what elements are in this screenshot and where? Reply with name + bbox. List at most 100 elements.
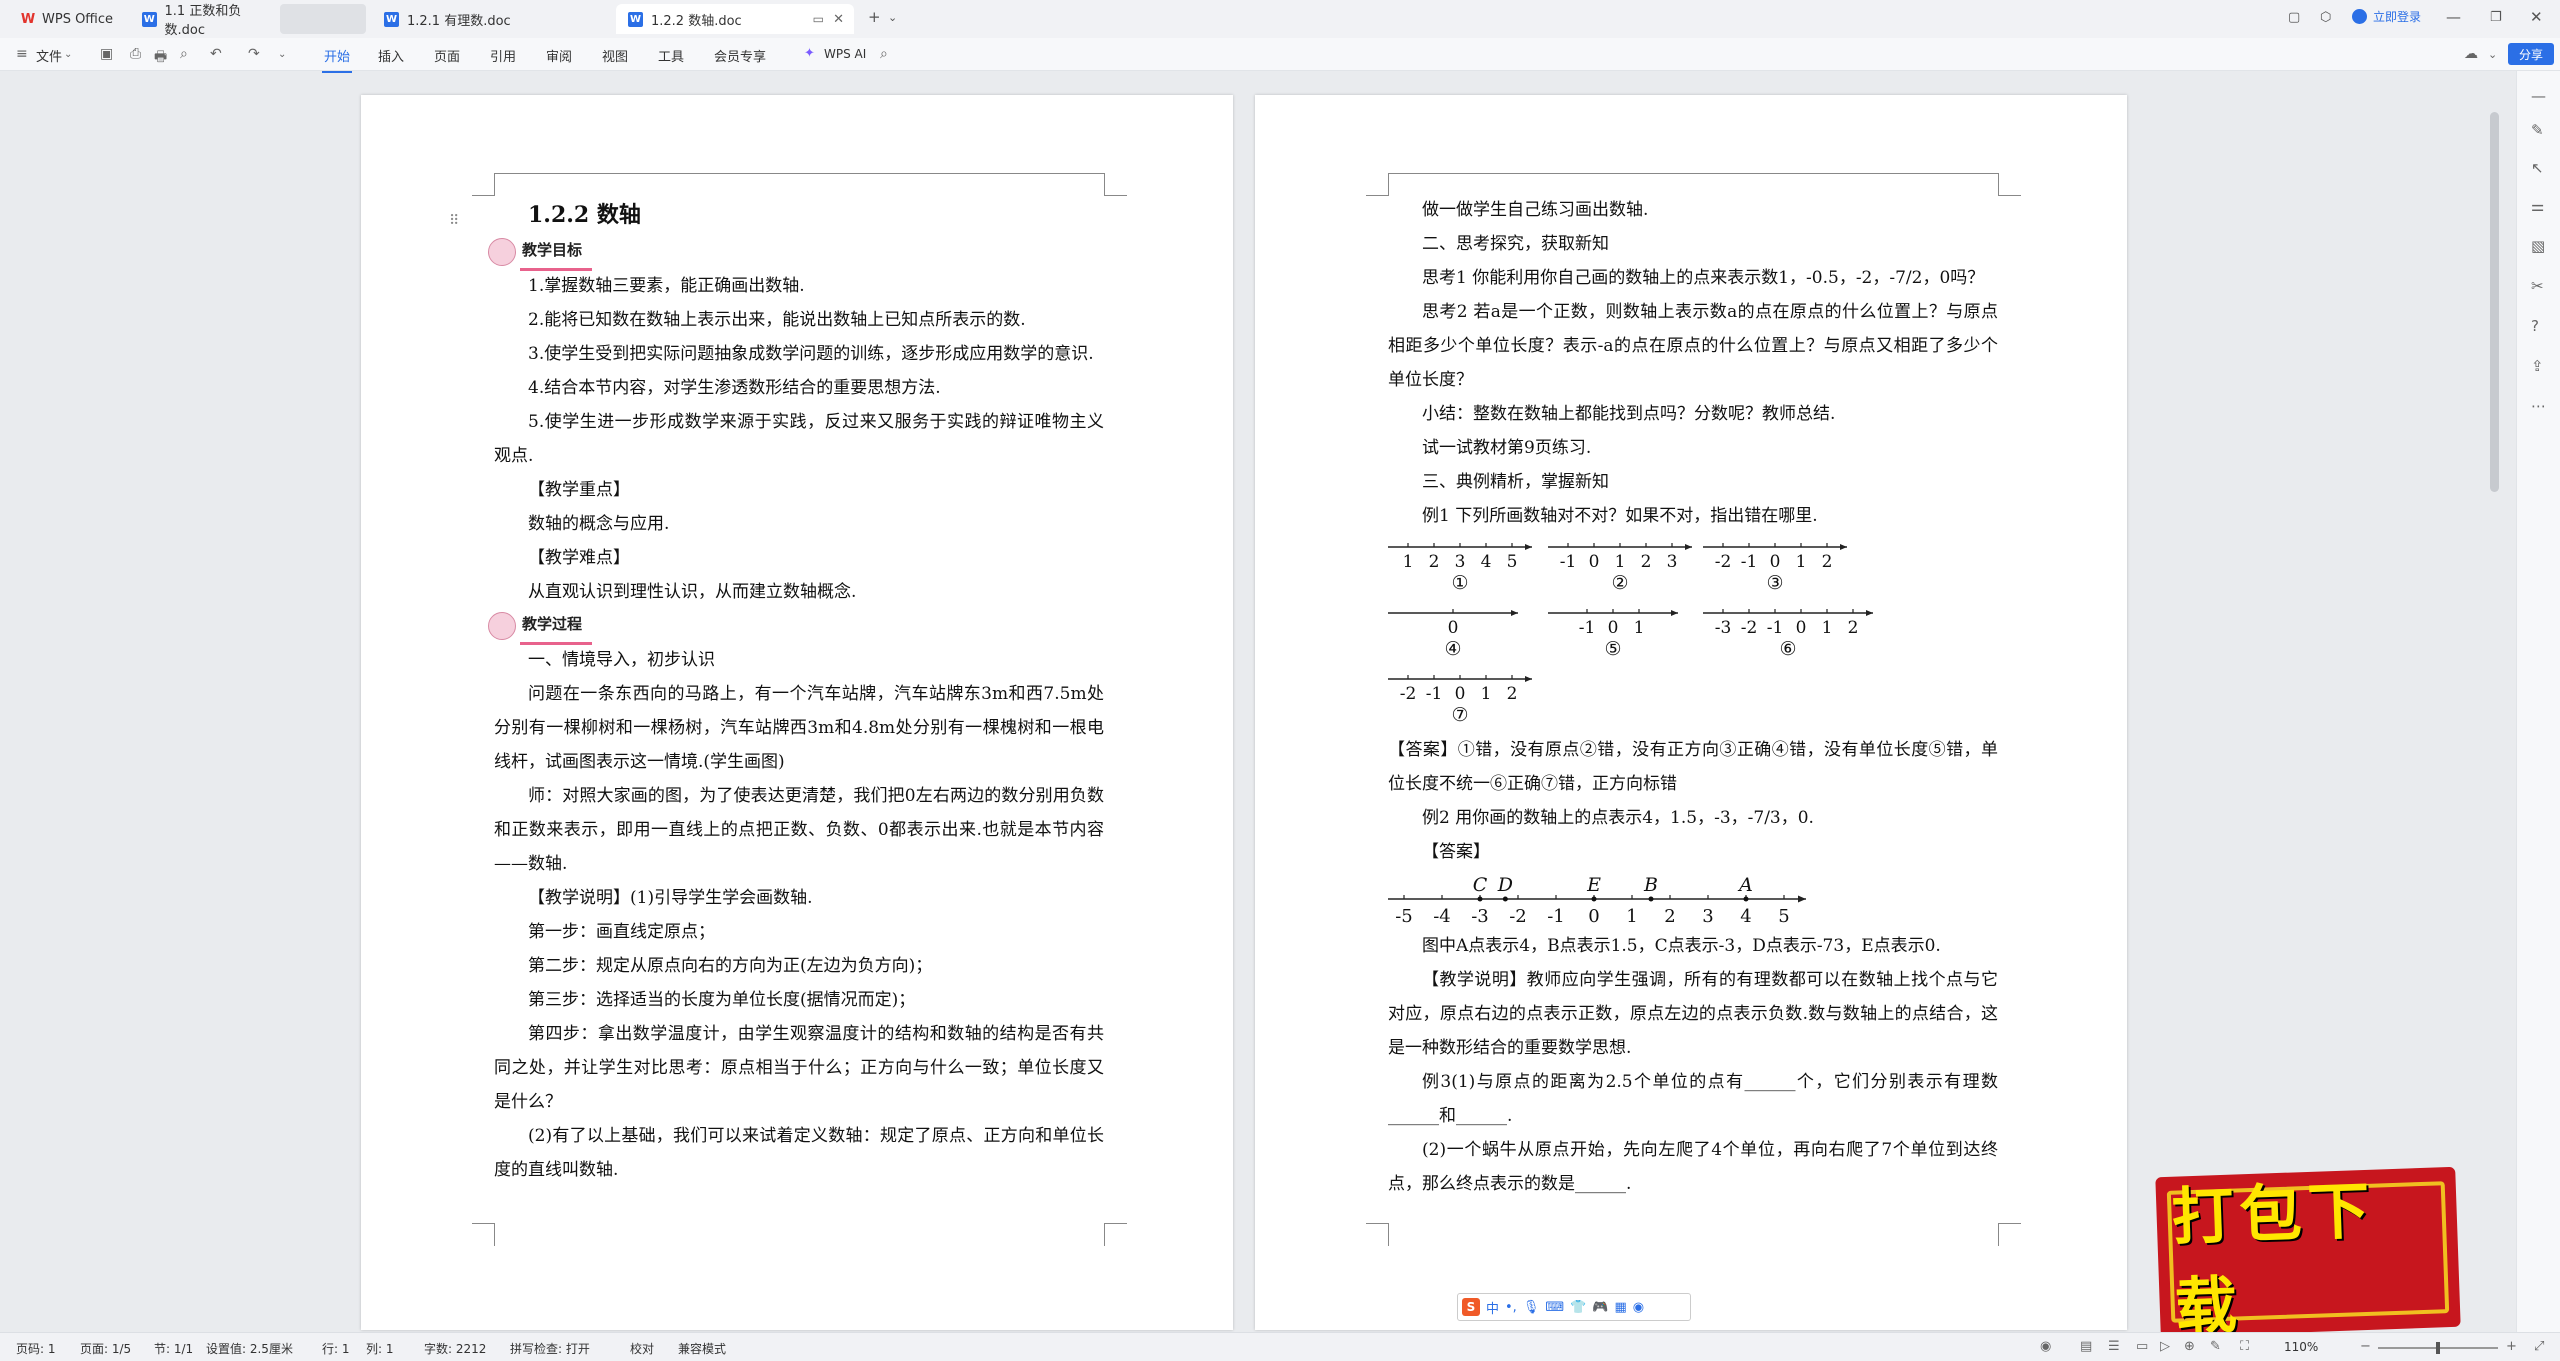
search-icon[interactable]: ⌕ [880,46,888,62]
game-icon[interactable]: 🎮 [1592,1300,1608,1315]
zoom-in-icon[interactable]: + [2506,1339,2517,1354]
menu-member[interactable]: 会员专享 [714,46,766,65]
print-preview-icon[interactable]: ⌕ [180,46,188,62]
select-cursor-icon[interactable]: ↖ [2531,159,2544,177]
setting-value[interactable]: 设置值: 2.5厘米 [206,1340,293,1357]
export-pdf-icon[interactable]: ⎙ [130,46,141,62]
wps-ai-button[interactable]: WPS AI [824,47,866,61]
word-count[interactable]: 字数: 2212 [424,1340,486,1357]
axis-arrow [1840,544,1847,550]
minimize-icon[interactable]: — [2446,8,2461,26]
menu-view[interactable]: 视图 [602,46,628,65]
paragraph: 例3(1)与原点的距离为2.5个单位的点有______个，它们分别表示有理数__… [1388,1072,1998,1126]
skin-icon[interactable]: 👕 [1570,1300,1586,1315]
point-marker [1477,896,1483,902]
close-tab-icon[interactable]: ✕ [833,12,844,27]
fit-window-icon[interactable]: ⛶ [2240,1339,2249,1354]
paragraph: 图中A点表示4，B点表示1.5，C点表示-3，D点表示-73，E点表示0. [1422,936,1941,956]
wps-logo-icon: W [20,11,36,27]
axis-arrow [1866,610,1873,616]
menu-page[interactable]: 页面 [434,46,460,65]
web-view-icon[interactable]: ⊕ [2184,1339,2195,1354]
tick-label: -2 [1509,906,1527,927]
window-layout-icon[interactable]: ▢ [2288,10,2300,25]
restore-icon[interactable]: ❐ [2490,10,2502,25]
undo-icon[interactable]: ↶ [210,46,222,62]
eye-protection-icon[interactable]: ◉ [2040,1339,2051,1354]
axis-arrow [1685,544,1692,550]
tick-label: -4 [1433,906,1451,927]
tab-document[interactable]: W 1.2.1 有理数.doc [372,4,612,34]
tick-label: -3 [1471,906,1489,927]
page-view-icon[interactable]: ▤ [2080,1339,2092,1354]
chevron-down-icon[interactable]: ⌄ [64,49,72,60]
microphone-icon[interactable]: 🎙 [1523,1300,1540,1315]
tick-label: -2 [1741,618,1758,638]
redo-icon[interactable]: ↷ [248,46,260,62]
axis-arrow [1511,610,1518,616]
more-chevron-icon[interactable]: ⌄ [278,49,286,60]
tick-label: 0 [1588,906,1599,927]
paragraph: 第二步：规定从原点向右的方向为正(左边为负方向)； [528,956,933,976]
punctuation-icon[interactable]: •, [1505,1300,1517,1315]
tab-active-document[interactable]: W 1.2.2 数轴.doc ▭ ✕ [616,4,854,34]
page-count[interactable]: 页面: 1/5 [80,1340,131,1357]
section-indicator[interactable]: 节: 1/1 [154,1340,193,1357]
proofread[interactable]: 校对 [630,1340,654,1357]
tools-icon[interactable]: ✂ [2531,277,2544,295]
zoom-out-icon[interactable]: − [2360,1339,2371,1354]
pen-icon[interactable]: ✎ [2531,121,2544,139]
avatar-icon[interactable]: ◉ [1633,1300,1644,1315]
login-button[interactable]: 立即登录 [2352,8,2421,25]
print-icon[interactable]: 🖶 [154,46,167,70]
play-icon[interactable]: ▷ [2160,1339,2170,1354]
close-window-icon[interactable]: ✕ [2530,8,2543,26]
menu-review[interactable]: 审阅 [546,46,572,65]
hamburger-menu-icon[interactable]: ≡ [16,46,28,62]
vertical-scrollbar[interactable] [2490,112,2499,492]
page-body: 做一做学生自己练习画出数轴. 二、思考探究，获取新知 思考1 你能利用你自己画的… [1388,193,1998,1201]
cloud-sync-icon[interactable]: ☁ [2464,46,2478,62]
edit-icon[interactable]: ✎ [2210,1339,2221,1354]
crop-mark [1104,173,1127,196]
monitor-icon[interactable]: ▭ [813,12,824,26]
menu-tools[interactable]: 工具 [658,46,684,65]
adjust-icon[interactable]: ⚌ [2531,197,2544,215]
menu-home[interactable]: 开始 [321,46,353,73]
keyboard-icon[interactable]: ⌨ [1545,1300,1564,1315]
outline-view-icon[interactable]: ☰ [2108,1339,2120,1354]
page-number[interactable]: 页码: 1 [16,1340,56,1357]
ime-toolbar[interactable]: S 中 •, 🎙 ⌨ 👕 🎮 ▦ ◉ [1457,1293,1691,1321]
tab-document[interactable]: W 1.1 正数和负数.doc [130,4,278,38]
login-label: 立即登录 [2373,10,2422,24]
zoom-slider-handle[interactable] [2436,1342,2440,1354]
drag-handle-icon[interactable]: ⠿ [449,213,459,229]
collapse-icon[interactable]: — [2531,87,2546,105]
menu-references[interactable]: 引用 [490,46,516,65]
share-doc-icon[interactable]: ⇪ [2531,357,2544,375]
image-icon[interactable]: ▧ [2531,237,2545,255]
ime-mode-label: 中 [1486,1301,1500,1317]
tab-wps-home[interactable]: W WPS Office [8,4,126,34]
help-icon[interactable]: ? [2531,317,2539,335]
tab-list-chevron-icon[interactable]: ⌄ [888,11,897,24]
fullscreen-icon[interactable]: ⤢ [2534,1339,2544,1354]
paragraph: 从直观认识到理性认识，从而建立数轴概念. [528,582,857,602]
tab-blank[interactable] [280,4,366,34]
spell-check[interactable]: 拼写检查: 打开 [510,1340,590,1357]
grid-icon[interactable]: ▦ [1614,1300,1626,1315]
file-menu[interactable]: 文件 [36,46,62,65]
more-chevron-icon[interactable]: ⌄ [2488,48,2497,61]
download-banner[interactable]: 打包下载 [2155,1166,2461,1344]
cube-icon[interactable]: ⬡ [2320,10,2331,25]
new-tab-icon[interactable]: + [868,8,881,26]
reading-view-icon[interactable]: ▭ [2136,1339,2148,1354]
zoom-level[interactable]: 110% [2284,1340,2318,1354]
save-icon[interactable]: ▣ [100,46,113,62]
avatar-icon [2352,9,2367,24]
menu-insert[interactable]: 插入 [378,46,404,65]
paragraph: 第四步：拿出数学温度计，由学生观察温度计的结构和数轴的结构是否有共同之处，并让学… [494,1024,1104,1112]
more-icon[interactable]: ⋯ [2531,397,2546,415]
point-marker [1502,896,1508,902]
share-button[interactable]: 分享 [2508,43,2554,65]
